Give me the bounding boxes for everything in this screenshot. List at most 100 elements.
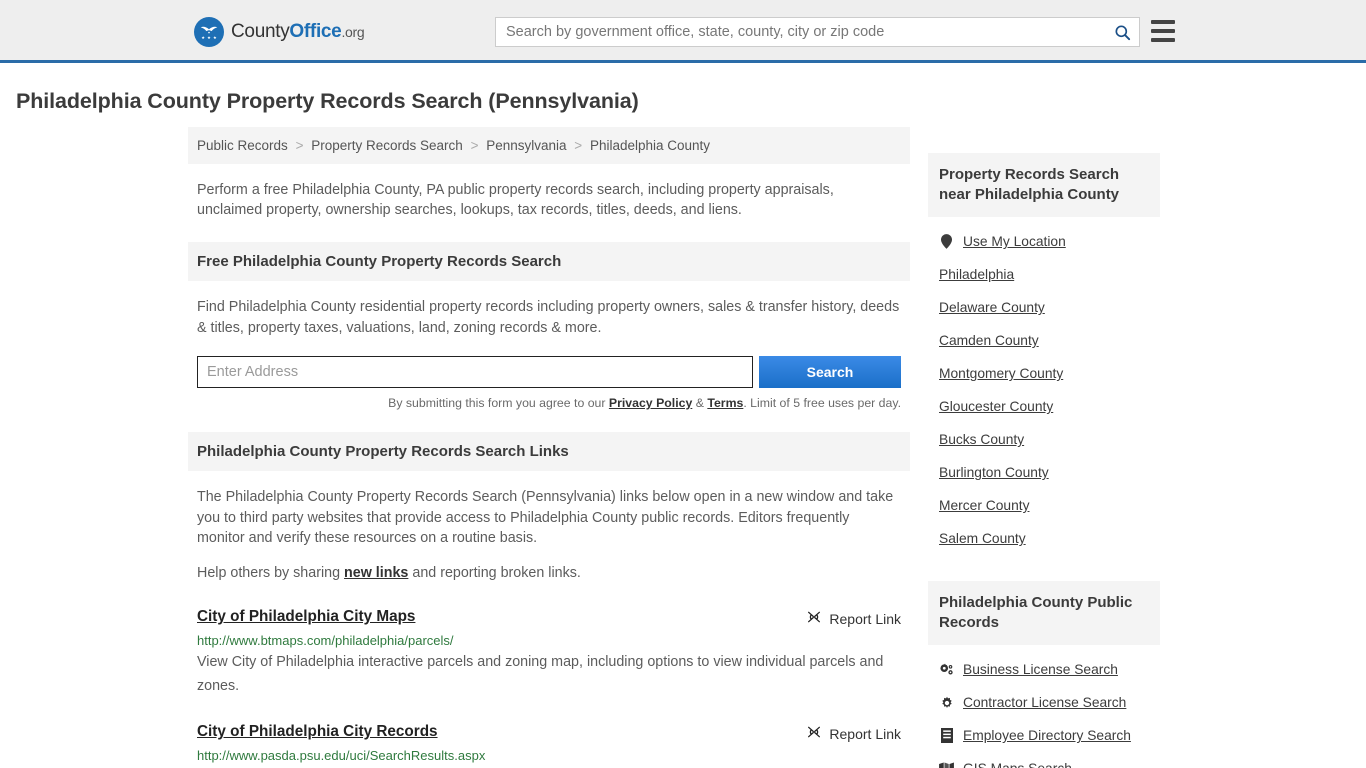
sidebar-link-label[interactable]: Use My Location	[963, 234, 1066, 249]
free-search-description: Find Philadelphia County residential pro…	[197, 299, 900, 336]
report-link-label: Report Link	[829, 610, 901, 627]
privacy-policy-link[interactable]: Privacy Policy	[609, 396, 692, 410]
search-icon[interactable]	[1105, 18, 1139, 46]
content-container: Public Records > Property Records Search…	[188, 127, 1178, 768]
report-link-button[interactable]: Report Link	[806, 608, 901, 628]
sidebar-link-label[interactable]: GIS Maps Search	[963, 761, 1072, 768]
sidebar-link-label[interactable]: Contractor License Search	[963, 695, 1126, 710]
resource-link-title[interactable]: City of Philadelphia City Records	[197, 723, 438, 741]
report-link-label: Report Link	[829, 725, 901, 742]
free-search-body: Find Philadelphia County residential pro…	[188, 281, 910, 338]
sidebar-nearby-list: Use My Location Philadelphia Delaware Co…	[928, 217, 1160, 555]
search-input[interactable]	[496, 18, 1105, 46]
disclaimer-suffix: . Limit of 5 free uses per day.	[743, 396, 901, 410]
new-links-link[interactable]: new links	[344, 565, 408, 581]
sidebar-link-label[interactable]: Montgomery County	[939, 366, 1063, 381]
links-section-paragraph: The Philadelphia County Property Records…	[197, 489, 894, 546]
sidebar-link-label[interactable]: Mercer County	[939, 498, 1029, 513]
report-link-button[interactable]: Report Link	[806, 723, 901, 743]
disclaimer-prefix: By submitting this form you agree to our	[388, 396, 609, 410]
address-search-button[interactable]: Search	[759, 356, 901, 388]
gear-icon	[939, 696, 954, 710]
sidebar-public-records-heading: Philadelphia County Public Records	[928, 581, 1160, 645]
link-entry: City of Philadelphia City Records Report…	[197, 723, 901, 768]
sidebar-public-records-list: Business License Search Contractor Licen…	[928, 645, 1160, 768]
breadcrumb: Public Records > Property Records Search…	[188, 127, 910, 164]
page-title: Philadelphia County Property Records Sea…	[16, 89, 639, 113]
sidebar-item-montgomery-county[interactable]: Montgomery County	[939, 357, 1149, 390]
map-pin-icon	[939, 234, 954, 249]
sidebar-item-salem-county[interactable]: Salem County	[939, 522, 1149, 555]
sidebar-link-label[interactable]: Bucks County	[939, 432, 1024, 447]
hamburger-menu-icon[interactable]	[1151, 20, 1175, 42]
resource-url[interactable]: http://www.btmaps.com/philadelphia/parce…	[197, 633, 901, 648]
global-search-bar	[495, 17, 1140, 47]
site-logo[interactable]: CountyOffice.org	[194, 17, 365, 47]
sidebar-link-label[interactable]: Delaware County	[939, 300, 1045, 315]
broken-link-icon	[806, 609, 822, 628]
link-entry: City of Philadelphia City Maps Report Li…	[197, 608, 901, 698]
broken-link-icon	[806, 724, 822, 743]
help-suffix: and reporting broken links.	[408, 564, 581, 581]
help-prefix: Help others by sharing	[197, 564, 345, 581]
sidebar-item-gis-maps-search[interactable]: GIS Maps Search	[939, 752, 1149, 768]
logo-text-county: County	[231, 21, 290, 42]
map-icon	[939, 762, 954, 768]
breadcrumb-separator: >	[470, 138, 479, 153]
sidebar-item-camden-county[interactable]: Camden County	[939, 324, 1149, 357]
page-wrapper: Philadelphia County Property Records Sea…	[0, 89, 1366, 768]
sidebar-item-use-my-location[interactable]: Use My Location	[939, 225, 1149, 258]
resource-link-title[interactable]: City of Philadelphia City Maps	[197, 608, 415, 626]
sidebar-card-nearby: Property Records Search near Philadelphi…	[928, 153, 1160, 555]
hamburger-bar	[1151, 20, 1175, 24]
logo-text-org: .org	[341, 24, 365, 40]
sidebar-link-label[interactable]: Employee Directory Search	[963, 728, 1131, 743]
sidebar-link-label[interactable]: Burlington County	[939, 465, 1049, 480]
form-disclaimer: By submitting this form you agree to our…	[197, 396, 901, 410]
site-header: CountyOffice.org	[0, 0, 1366, 63]
sidebar-link-label[interactable]: Camden County	[939, 333, 1039, 348]
sidebar-link-label[interactable]: Salem County	[939, 531, 1026, 546]
sidebar-card-public-records: Philadelphia County Public Records Busin…	[928, 581, 1160, 768]
sidebar-item-bucks-county[interactable]: Bucks County	[939, 423, 1149, 456]
address-input[interactable]	[197, 356, 753, 388]
sidebar-link-label[interactable]: Business License Search	[963, 662, 1118, 677]
sidebar-item-gloucester-county[interactable]: Gloucester County	[939, 390, 1149, 423]
sidebar-item-business-license-search[interactable]: Business License Search	[939, 653, 1149, 686]
breadcrumb-item-public-records[interactable]: Public Records	[197, 138, 288, 153]
sidebar-item-philadelphia[interactable]: Philadelphia	[939, 258, 1149, 291]
sidebar: Property Records Search near Philadelphi…	[928, 127, 1160, 768]
eagle-shield-icon	[194, 17, 224, 47]
resource-description: View City of Philadelphia interactive pa…	[197, 654, 884, 694]
free-search-heading: Free Philadelphia County Property Record…	[188, 242, 910, 281]
book-icon	[939, 728, 954, 743]
resource-url[interactable]: http://www.pasda.psu.edu/uci/SearchResul…	[197, 748, 901, 763]
gears-icon	[939, 663, 954, 677]
logo-wordmark: CountyOffice.org	[231, 21, 365, 43]
breadcrumb-item-philadelphia-county[interactable]: Philadelphia County	[590, 138, 710, 153]
address-search-form: Search	[197, 356, 901, 388]
main-column: Public Records > Property Records Search…	[188, 127, 910, 768]
sidebar-link-label[interactable]: Philadelphia	[939, 267, 1014, 282]
sidebar-link-label[interactable]: Gloucester County	[939, 399, 1053, 414]
sidebar-nearby-heading: Property Records Search near Philadelphi…	[928, 153, 1160, 217]
sidebar-item-burlington-county[interactable]: Burlington County	[939, 456, 1149, 489]
sidebar-item-mercer-county[interactable]: Mercer County	[939, 489, 1149, 522]
hamburger-bar	[1151, 38, 1175, 42]
page-intro-text: Perform a free Philadelphia County, PA p…	[197, 182, 834, 218]
breadcrumb-separator: >	[574, 138, 583, 153]
links-section-heading: Philadelphia County Property Records Sea…	[188, 432, 910, 471]
disclaimer-amp: &	[692, 396, 708, 410]
hamburger-bar	[1151, 29, 1175, 33]
logo-text-office: Office	[289, 21, 342, 42]
link-entry-header: City of Philadelphia City Records Report…	[197, 723, 901, 743]
terms-link[interactable]: Terms	[707, 396, 743, 410]
sidebar-item-delaware-county[interactable]: Delaware County	[939, 291, 1149, 324]
breadcrumb-item-pennsylvania[interactable]: Pennsylvania	[486, 138, 566, 153]
sidebar-item-employee-directory-search[interactable]: Employee Directory Search	[939, 719, 1149, 752]
breadcrumb-item-property-records-search[interactable]: Property Records Search	[311, 138, 463, 153]
links-section-body: The Philadelphia County Property Records…	[188, 471, 910, 583]
links-section-help: Help others by sharing new links and rep…	[197, 563, 901, 584]
link-entry-header: City of Philadelphia City Maps Report Li…	[197, 608, 901, 628]
sidebar-item-contractor-license-search[interactable]: Contractor License Search	[939, 686, 1149, 719]
